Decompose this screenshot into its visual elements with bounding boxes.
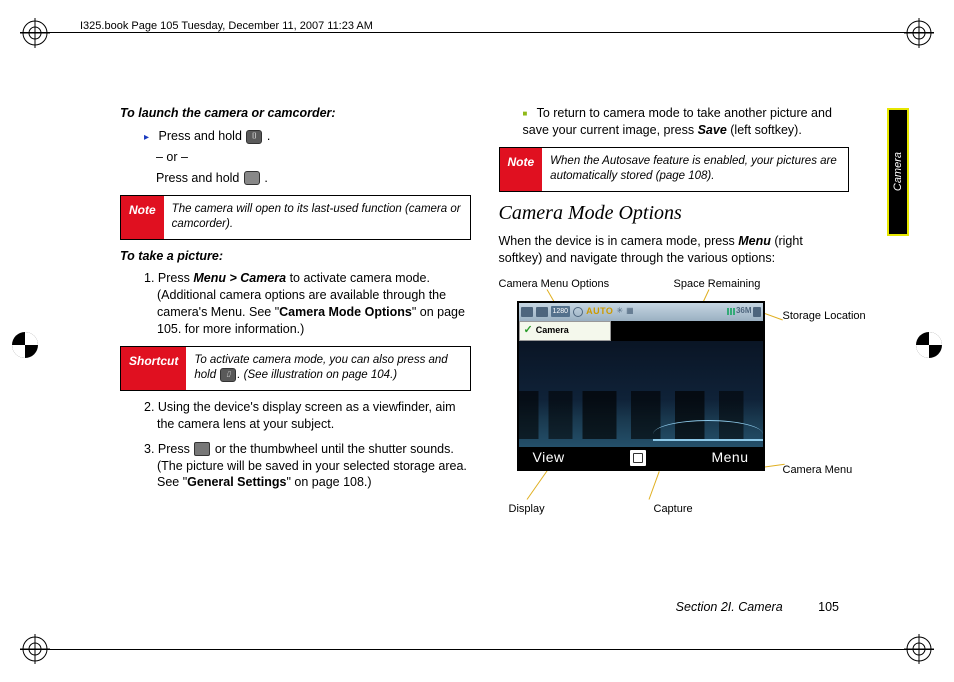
shortcut-label: Shortcut [121, 347, 186, 390]
softkey-bar: View Menu [519, 447, 763, 469]
resolution-badge: 1280 [551, 306, 571, 317]
footer-rule [20, 649, 934, 650]
annotation-storage-location: Storage Location [783, 309, 866, 324]
section-heading: Camera Mode Options [499, 200, 850, 227]
annotation-display: Display [509, 502, 545, 517]
crop-mark-icon [914, 330, 944, 360]
step-2: 2. Using the device's display screen as … [144, 399, 471, 433]
step-3: 3. Press or the thumbwheel until the shu… [144, 441, 471, 492]
or-divider: – or – [156, 149, 471, 166]
crop-mark-icon [904, 18, 934, 48]
annotation-menu-options: Camera Menu Options [499, 277, 610, 292]
return-step: To return to camera mode to take another… [523, 105, 850, 139]
picture-icon [536, 307, 548, 317]
left-column: To launch the camera or camcorder: Press… [120, 105, 471, 587]
crop-mark-icon [10, 330, 40, 360]
camera-icon [521, 307, 533, 317]
flash-icon: ▦ [626, 306, 634, 317]
check-icon: ✓ [524, 323, 533, 338]
launch-step-1: Press and hold . [144, 128, 471, 145]
heading-take-picture: To take a picture: [120, 248, 471, 265]
right-column: To return to camera mode to take another… [499, 105, 850, 587]
camera-figure: Camera Menu Options Space Remaining Stor… [499, 277, 819, 497]
camera-key-icon [246, 130, 262, 144]
section-tab-label: Camera [892, 152, 904, 191]
auto-label: AUTO [586, 305, 613, 317]
footer-page-number: 105 [818, 600, 839, 614]
side-key-icon [244, 171, 260, 185]
note-body: The camera will open to its last-used fu… [164, 196, 470, 239]
note-label: Note [121, 196, 164, 239]
wb-icon: ✳ [616, 306, 623, 317]
launch-step-2: Press and hold . [156, 170, 471, 187]
phone-screen: 1280 AUTO ✳ ▦ 36M ✓ Camera Camcor [517, 301, 765, 471]
viewfinder-image [519, 341, 763, 447]
header-rule [20, 32, 934, 33]
print-header: I325.book Page 105 Tuesday, December 11,… [80, 20, 373, 32]
leader-line [648, 471, 659, 500]
page-footer: Section 2I. Camera 105 [676, 600, 839, 614]
capture-icon [629, 449, 647, 467]
step-1: 1. Press Menu > Camera to activate camer… [144, 270, 471, 338]
footer-section: Section 2I. Camera [676, 600, 783, 614]
annotation-space-remaining: Space Remaining [674, 277, 761, 292]
softkey-right: Menu [711, 448, 748, 467]
shortcut-box: Shortcut To activate camera mode, you ca… [120, 346, 471, 391]
section-intro: When the device is in camera mode, press… [499, 233, 850, 267]
annotation-capture: Capture [654, 502, 693, 517]
heading-launch: To launch the camera or camcorder: [120, 105, 471, 122]
mode-selector: ✓ Camera [519, 321, 611, 341]
softkey-left: View [533, 448, 565, 467]
note-label: Note [500, 148, 543, 191]
camera-status-bar: 1280 AUTO ✳ ▦ 36M [519, 303, 763, 321]
note-box-1: Note The camera will open to its last-us… [120, 195, 471, 240]
mode-camera-label: Camera [536, 324, 569, 336]
memory-indicator: 36M [727, 306, 761, 317]
camera-key-icon [220, 368, 236, 382]
ok-key-icon [194, 442, 210, 456]
note-box-2: Note When the Autosave feature is enable… [499, 147, 850, 192]
section-tab: Camera [887, 108, 909, 236]
crop-mark-icon [20, 18, 50, 48]
shortcut-body: To activate camera mode, you can also pr… [186, 347, 469, 390]
timer-icon [573, 307, 583, 317]
storage-icon [753, 307, 761, 317]
note-body: When the Autosave feature is enabled, yo… [542, 148, 848, 191]
leader-line [526, 466, 550, 499]
annotation-camera-menu: Camera Menu [783, 463, 853, 478]
